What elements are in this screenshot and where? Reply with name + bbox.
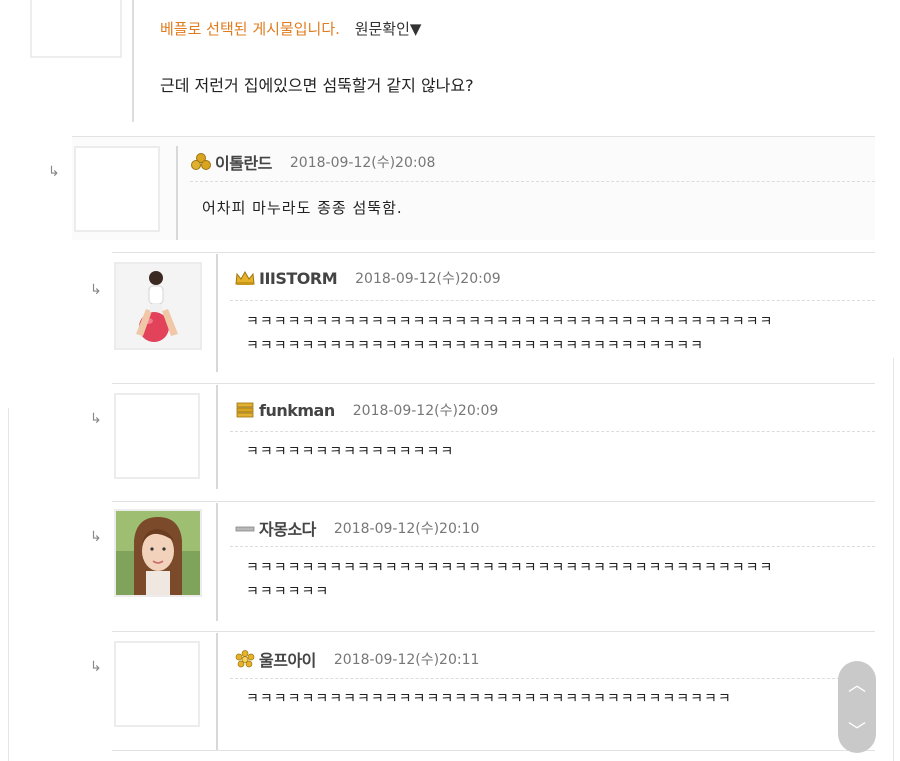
reply-vline bbox=[176, 146, 178, 240]
scroll-control: ︿ ﹀ bbox=[838, 661, 876, 753]
reply-nickname[interactable]: funkman bbox=[259, 401, 335, 420]
reply-vline bbox=[216, 633, 218, 751]
reply-divider bbox=[112, 252, 875, 253]
reply-arrow-icon: ↳ bbox=[90, 282, 102, 298]
reply-header: IIISTORM 2018-09-12(수)20:09 bbox=[234, 268, 501, 288]
reply-date: 2018-09-12(수)20:09 bbox=[355, 271, 501, 287]
reply-comment: ↳ IIISTORM 2018-09-12(수)20:09 ㅋㅋㅋㅋㅋㅋㅋㅋㅋㅋ… bbox=[90, 252, 875, 382]
reply-header: funkman 2018-09-12(수)20:09 bbox=[234, 400, 498, 420]
avatar[interactable] bbox=[114, 262, 202, 350]
woman-on-ball-avatar-image bbox=[116, 264, 200, 348]
avatar[interactable] bbox=[74, 146, 160, 232]
reply-header-divider bbox=[230, 300, 875, 301]
reply-date: 2018-09-12(수)20:10 bbox=[333, 521, 480, 537]
woman-portrait-avatar-image bbox=[116, 511, 200, 595]
top-comment-avatar bbox=[30, 0, 122, 58]
reply-divider bbox=[112, 383, 875, 384]
best-comment-notice-row: 베플로 선택된 게시물입니다. 원문확인▼ bbox=[160, 18, 421, 39]
gold-bars-icon bbox=[236, 402, 254, 418]
reply-divider bbox=[72, 136, 875, 137]
reply-divider bbox=[112, 501, 875, 502]
gold-crown-icon bbox=[235, 270, 255, 285]
reply-comment: ↳ funkman 2018-09-12(수)20:09 ㅋㅋㅋㅋㅋㅋㅋㅋㅋㅋㅋ… bbox=[90, 383, 875, 501]
gold-coins-icon bbox=[191, 153, 211, 170]
reply-header-divider bbox=[230, 546, 875, 547]
reply-date: 2018-09-12(수)20:11 bbox=[333, 652, 480, 668]
chevron-down-icon: ﹀ bbox=[848, 721, 866, 742]
reply-header-divider bbox=[230, 678, 875, 679]
page-edge bbox=[8, 408, 9, 761]
reply-body: ㅋㅋㅋㅋㅋㅋㅋㅋㅋㅋㅋㅋㅋㅋㅋ bbox=[246, 444, 455, 460]
top-comment-divider bbox=[132, 0, 134, 122]
avatar[interactable] bbox=[114, 641, 200, 727]
reply-arrow-icon: ↳ bbox=[90, 529, 102, 545]
reply-body: ㅋㅋㅋㅋㅋㅋㅋㅋㅋㅋㅋㅋㅋㅋㅋㅋㅋㅋㅋㅋㅋㅋㅋㅋㅋㅋㅋㅋㅋㅋㅋㅋㅋㅋㅋㅋㅋㅋ ㅋ… bbox=[246, 560, 774, 600]
reply-nickname[interactable]: 울프아이 bbox=[259, 647, 316, 671]
scroll-down-button[interactable]: ﹀ bbox=[838, 707, 876, 753]
reply-divider bbox=[112, 631, 875, 632]
reply-body: ㅋㅋㅋㅋㅋㅋㅋㅋㅋㅋㅋㅋㅋㅋㅋㅋㅋㅋㅋㅋㅋㅋㅋㅋㅋㅋㅋㅋㅋㅋㅋㅋㅋㅋㅋ bbox=[246, 691, 732, 707]
avatar[interactable] bbox=[114, 393, 200, 479]
reply-arrow-icon: ↳ bbox=[90, 411, 102, 427]
reply-vline bbox=[216, 385, 218, 489]
page-edge bbox=[893, 358, 894, 761]
reply-header: 이톨란드 2018-09-12(수)20:08 bbox=[190, 150, 435, 174]
reply-nickname[interactable]: 이톨란드 bbox=[215, 150, 272, 174]
gray-bar-icon bbox=[235, 526, 255, 532]
reply-header-divider bbox=[230, 431, 875, 432]
reply-arrow-icon: ↳ bbox=[90, 659, 102, 675]
reply-vline bbox=[216, 254, 218, 372]
reply-comment: ↳ 자몽소다 2018-09-12(수)20:10 ㅋㅋㅋㅋㅋㅋㅋㅋㅋㅋㅋㅋㅋㅋ… bbox=[90, 501, 875, 631]
reply-nickname[interactable]: IIISTORM bbox=[259, 269, 338, 288]
reply-comment: ↳ 울프아이 2018-09-12(수)20:11 ㅋㅋㅋㅋㅋㅋㅋㅋㅋㅋㅋㅋㅋㅋ… bbox=[90, 631, 875, 761]
reply-comment: ↳ 이톨란드 2018-09-12(수)20:08 어차피 마누라도 종종 섬뚝… bbox=[48, 136, 875, 240]
chevron-up-icon: ︿ bbox=[848, 675, 866, 696]
reply-body: 어차피 마누라도 종종 섬뚝함. bbox=[202, 199, 403, 217]
view-original-link[interactable]: 원문확인▼ bbox=[355, 20, 422, 38]
reply-nickname[interactable]: 자몽소다 bbox=[259, 516, 316, 540]
reply-date: 2018-09-12(수)20:09 bbox=[352, 403, 499, 419]
scroll-up-button[interactable]: ︿ bbox=[838, 661, 876, 707]
top-comment-body: 근데 저런거 집에있으면 섬뚝할거 같지 않나요? bbox=[160, 76, 474, 95]
reply-header: 울프아이 2018-09-12(수)20:11 bbox=[234, 647, 479, 671]
avatar[interactable] bbox=[114, 509, 202, 597]
reply-divider bbox=[112, 750, 875, 751]
reply-header: 자몽소다 2018-09-12(수)20:10 bbox=[234, 516, 479, 540]
reply-header-divider bbox=[190, 181, 875, 182]
gold-flower-icon bbox=[235, 650, 255, 668]
best-comment-notice: 베플로 선택된 게시물입니다. bbox=[160, 20, 340, 38]
reply-arrow-icon: ↳ bbox=[48, 164, 60, 180]
reply-vline bbox=[216, 503, 218, 621]
reply-body: ㅋㅋㅋㅋㅋㅋㅋㅋㅋㅋㅋㅋㅋㅋㅋㅋㅋㅋㅋㅋㅋㅋㅋㅋㅋㅋㅋㅋㅋㅋㅋㅋㅋㅋㅋㅋㅋㅋ ㅋ… bbox=[246, 314, 774, 354]
reply-date: 2018-09-12(수)20:08 bbox=[289, 155, 436, 171]
